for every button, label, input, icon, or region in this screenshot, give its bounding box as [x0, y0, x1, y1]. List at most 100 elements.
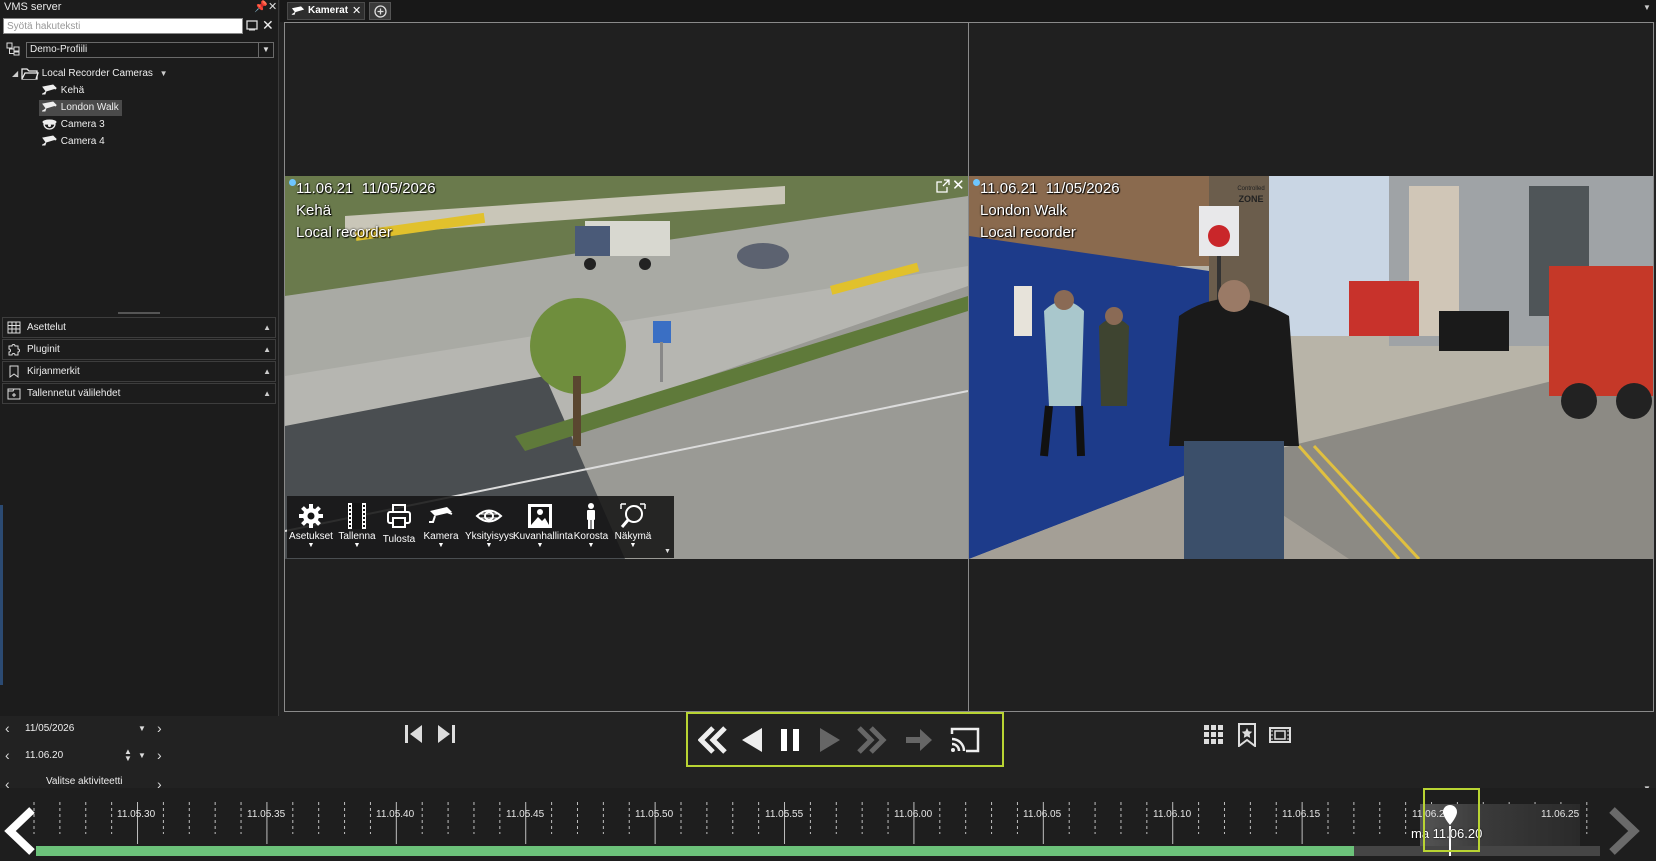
osd-datetime: 11.06.21 11/05/2026 [980, 178, 1120, 200]
osd-datetime: 11.06.21 11/05/2026 [296, 178, 436, 200]
time-next-button[interactable]: › [157, 747, 162, 763]
timeline-prev-button[interactable] [2, 806, 38, 856]
tab-kamerat[interactable]: Kamerat ✕ [287, 2, 365, 20]
tick-label: 11.06.15 [1282, 809, 1321, 820]
dropdown-icon: ▼ [437, 542, 445, 549]
play-reverse-button[interactable] [740, 726, 766, 754]
window-edge [0, 505, 3, 685]
toolbar-kuvanhallinta-button[interactable]: Kuvanhallinta ▼ [513, 496, 574, 550]
time-spinner-icon[interactable]: ▲ ▼ [124, 748, 132, 763]
playhead-highlight [1423, 788, 1480, 852]
close-panel-icon[interactable]: ✕ [268, 0, 277, 13]
cast-button[interactable] [950, 726, 980, 754]
toolbar-kamera-button[interactable]: Kamera ▼ [417, 496, 465, 550]
section-pluginit[interactable]: Pluginit ▲ [2, 339, 276, 360]
close-tab-icon[interactable]: ✕ [352, 3, 361, 19]
pin-icon[interactable]: 📌 [254, 0, 268, 13]
toolbar-label: Asetukset [289, 531, 333, 542]
toolbar-tallenna-button[interactable]: Tallenna ▼ [333, 496, 381, 550]
search-options-icon[interactable] [246, 19, 258, 32]
search-box[interactable] [3, 18, 243, 34]
bookmark-star-icon [1238, 723, 1256, 747]
frame-forward-button[interactable] [435, 723, 457, 745]
search-input[interactable] [4, 19, 242, 33]
tick-label: 11.06.10 [1153, 809, 1192, 820]
tree-item-london-walk[interactable]: London Walk [39, 100, 122, 116]
collapse-icon: ▲ [263, 367, 271, 376]
tick-label: 11.05.50 [635, 809, 674, 820]
toolbar-nakyma-button[interactable]: Näkymä ▼ [609, 496, 657, 550]
section-asettelut[interactable]: Asettelut ▲ [2, 317, 276, 338]
osd-date: 11/05/2026 [361, 180, 436, 197]
toolbar-asetukset-button[interactable]: Asetukset ▼ [287, 496, 335, 550]
play-button[interactable] [816, 726, 842, 754]
dropdown-icon: ▼ [536, 542, 544, 549]
folder-icon [21, 68, 39, 80]
video-feed-london-walk[interactable]: Controlled ZONE 11.06.21 11/05/2026 Lond… [969, 176, 1653, 559]
tick-label: 11.05.30 [117, 809, 156, 820]
toolbar-label: Korosta [573, 531, 609, 542]
grid-layout-button[interactable] [1203, 724, 1225, 746]
person-icon [587, 503, 595, 529]
fast-forward-button[interactable] [856, 725, 888, 755]
chevron-right-icon [1609, 807, 1640, 855]
popout-icon[interactable] [936, 179, 950, 193]
time-prev-button[interactable]: ‹ [5, 747, 10, 763]
plugin-icon [7, 343, 21, 356]
date-dropdown-icon[interactable]: ▼ [138, 724, 146, 733]
tree-item-camera-3[interactable]: Camera 3 [41, 117, 105, 133]
live-indicator [289, 179, 296, 186]
profile-select[interactable]: Demo-Profiili ▼ [26, 42, 274, 58]
osd-date: 11/05/2026 [1045, 180, 1120, 197]
add-tab-button[interactable] [369, 2, 391, 20]
osd-time: 11.06.21 [296, 180, 354, 197]
layout-grid-icon [7, 321, 21, 334]
section-label: Pluginit [27, 344, 60, 355]
tree-root[interactable]: ◢ Local Recorder Cameras ▼ [12, 66, 168, 82]
toolbar-more-icon[interactable]: ▼ [664, 548, 671, 555]
step-back-icon [405, 725, 422, 743]
time-value[interactable]: 11.06.20 [25, 750, 63, 761]
tree-item-camera-4[interactable]: Camera 4 [41, 134, 105, 150]
date-value[interactable]: 11/05/2026 [25, 723, 74, 734]
activity-select[interactable]: Valitse aktiviteetti [46, 776, 123, 787]
hierarchy-icon [6, 42, 20, 56]
tab-menu-icon[interactable]: ▼ [1643, 3, 1651, 12]
toolbar-yksityisyys-button[interactable]: Yksityisyys ▼ [465, 496, 514, 550]
tree-root-label: Local Recorder Cameras [41, 68, 153, 79]
toolbar-label: Kuvanhallinta [513, 531, 574, 542]
pause-button[interactable] [778, 726, 802, 754]
time-dropdown-icon[interactable]: ▼ [138, 751, 146, 760]
timeline-next-button[interactable] [1606, 806, 1642, 856]
toolbar-label: Kamera [423, 531, 459, 542]
date-next-button[interactable]: › [157, 720, 162, 736]
add-bookmark-button[interactable] [1236, 723, 1258, 747]
date-prev-button[interactable]: ‹ [5, 720, 10, 736]
chevron-down-icon[interactable]: ▼ [160, 69, 168, 78]
close-feed-icon[interactable]: ✕ [952, 176, 965, 194]
tree-item-keha[interactable]: Kehä [41, 83, 84, 99]
clear-search-icon[interactable]: ✕ [262, 18, 274, 32]
toolbar-tulosta-button[interactable]: Tulosta [375, 496, 423, 545]
osd-time: 11.06.21 [980, 180, 1038, 197]
toolbar-korosta-button[interactable]: Korosta ▼ [567, 496, 615, 550]
filmstrip-icon [1269, 727, 1291, 743]
arrow-right-icon [906, 729, 932, 751]
pause-icon [781, 729, 799, 751]
section-kirjanmerkit[interactable]: Kirjanmerkit ▲ [2, 361, 276, 382]
fast-rewind-button[interactable] [698, 725, 728, 755]
zone-sign-top-text: Controlled [1237, 186, 1265, 192]
filmstrip-button[interactable] [1269, 725, 1291, 745]
tree-item-label: Kehä [60, 85, 85, 96]
plus-circle-icon [373, 5, 387, 18]
frame-back-button[interactable] [403, 723, 425, 745]
step-forward-icon [438, 725, 455, 743]
panel-splitter[interactable] [118, 312, 160, 314]
toolbar-label: Näkymä [614, 531, 652, 542]
tree-item-label: London Walk [60, 102, 119, 113]
section-tallennetut-valilehdet[interactable]: Tallennetut välilehdet ▲ [2, 383, 276, 404]
jump-live-button[interactable] [904, 726, 934, 754]
dome-camera-icon [42, 119, 57, 130]
expand-arrow-icon[interactable]: ◢ [12, 69, 18, 78]
collapse-icon: ▲ [263, 323, 271, 332]
